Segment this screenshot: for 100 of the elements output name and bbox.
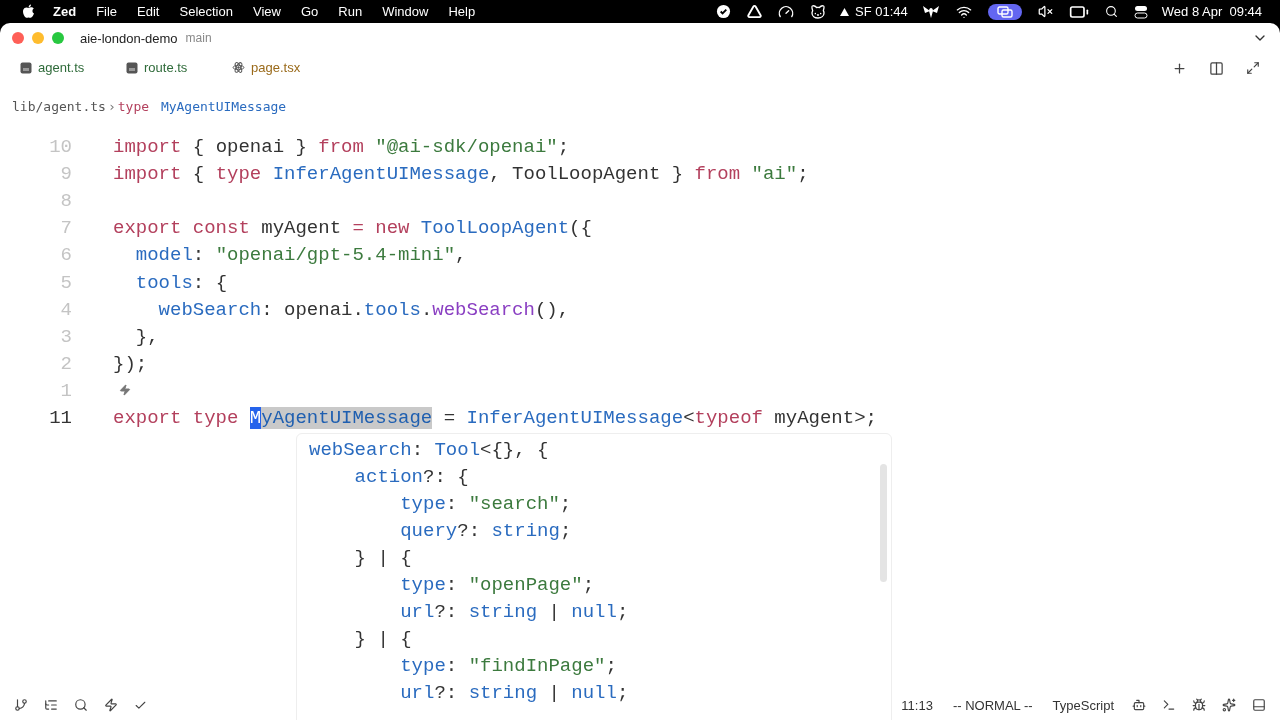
code-text: { openai }: [191, 135, 308, 158]
code-text: ;: [582, 573, 595, 596]
triangle-icon: [840, 7, 849, 16]
line-number: 5: [59, 271, 73, 294]
property-name: webSearch: [309, 438, 412, 461]
menu-item[interactable]: Run: [328, 4, 373, 19]
property-name: action: [353, 465, 424, 488]
line-number: 1: [59, 380, 73, 403]
menu-item[interactable]: View: [242, 4, 291, 19]
code-text: , ToolLoopAgent }: [489, 162, 685, 185]
type-name: null: [571, 681, 617, 704]
property-name: model: [134, 244, 193, 267]
keyword: import: [113, 162, 182, 185]
line-number: 9: [59, 162, 73, 185]
file-icon: [20, 61, 32, 74]
search-icon[interactable]: [1104, 5, 1118, 18]
string-literal: "@ai-sdk/openai": [374, 135, 558, 158]
file-tab[interactable]: page.tsx: [226, 57, 322, 79]
code-text: ?:: [434, 681, 459, 704]
keyword: import: [113, 135, 182, 158]
menu-item[interactable]: Go: [290, 4, 329, 19]
toggles-icon[interactable]: [1133, 4, 1148, 19]
type-name: string: [468, 681, 538, 704]
property-name: tools: [134, 271, 193, 294]
code-text: |: [547, 600, 561, 623]
code-text: ;: [559, 519, 572, 542]
breadcrumb-symbol[interactable]: MyAgentUIMessage: [160, 98, 287, 114]
file-tab[interactable]: route.ts: [120, 57, 216, 79]
code-text: myAgent>;: [773, 407, 877, 430]
menu-item[interactable]: Edit: [127, 4, 170, 19]
type-name: Tool: [434, 438, 481, 461]
menu-item[interactable]: Window: [372, 4, 439, 19]
code-text: {: [191, 162, 206, 185]
triangle-icon[interactable]: [747, 4, 762, 19]
code-text: ;: [797, 162, 809, 185]
menu-bar-clock[interactable]: Wed 8 Apr 09:44: [1161, 4, 1262, 19]
line-number: 8: [59, 189, 73, 212]
code-text: });: [113, 353, 148, 376]
property-name: type: [399, 654, 446, 677]
keyword: from: [318, 135, 364, 158]
code-text: =: [442, 407, 457, 430]
keyword: export const: [113, 217, 250, 240]
code-text: :: [445, 573, 459, 596]
maximize-icon: [1246, 61, 1260, 75]
code-text: |: [547, 681, 561, 704]
keyword: = new: [352, 217, 410, 240]
code-text: ?:: [434, 600, 459, 623]
code-text: ?:: [457, 519, 482, 542]
property-name: type: [399, 573, 446, 596]
breadcrumb-file[interactable]: lib/agent.ts: [12, 98, 106, 114]
atom-icon: [232, 61, 245, 74]
code-text: ;: [616, 681, 629, 704]
breadcrumb-separator: ›: [107, 98, 116, 114]
code-text: ;: [559, 492, 572, 515]
animal-icon[interactable]: [810, 3, 826, 20]
menu-item[interactable]: Selection: [169, 4, 243, 19]
selected-text: yAgentUIMessage: [261, 407, 433, 430]
code-text: :: [192, 244, 206, 267]
code-text: ;: [605, 654, 617, 677]
string-literal: "search": [468, 492, 560, 515]
file-tab[interactable]: agent.ts: [14, 57, 110, 79]
menu-item[interactable]: File: [86, 4, 128, 19]
code-text: <: [683, 407, 695, 430]
scrollbar[interactable]: [880, 464, 887, 582]
keyword: type: [117, 98, 150, 114]
property-name: type: [399, 492, 446, 515]
property-name: url: [399, 600, 435, 623]
code-text: } | {: [353, 546, 412, 569]
code-text: } | {: [353, 627, 412, 650]
code-text: : openai.: [261, 298, 364, 321]
keyword: typeof: [694, 407, 763, 430]
gauge-icon[interactable]: [778, 3, 794, 20]
line-number: 2: [59, 353, 73, 376]
string-literal: "findInPage": [468, 654, 606, 677]
code-text: :: [411, 438, 425, 461]
property-name: query: [399, 519, 458, 542]
mute-icon[interactable]: [1037, 4, 1053, 19]
code-text: .: [420, 298, 433, 321]
project-name[interactable]: aie-london-demo: [80, 30, 178, 46]
function-name: webSearch: [432, 298, 535, 321]
type-name: string: [491, 519, 560, 542]
menu-item[interactable]: Help: [438, 4, 486, 19]
type-name: InferAgentUIMessage: [466, 407, 684, 430]
close-button[interactable]: [12, 32, 24, 44]
check-circle-icon[interactable]: [716, 4, 731, 19]
cursor-position[interactable]: 11:13: [901, 697, 933, 713]
apple-logo-icon[interactable]: [22, 4, 35, 19]
language-selector[interactable]: TypeScript: [1052, 697, 1114, 713]
screen-mirroring-button[interactable]: [987, 3, 1022, 20]
line-number: 6: [59, 244, 73, 267]
lightning-icon[interactable]: [119, 384, 131, 397]
code-text: ;: [557, 135, 570, 158]
network-label[interactable]: SF 01:44: [855, 4, 908, 19]
file-icon: [126, 61, 138, 74]
keyword: export type: [113, 407, 240, 430]
app-menu[interactable]: Zed: [43, 4, 87, 19]
code-text: },: [134, 325, 159, 348]
type-name: InferAgentUIMessage: [271, 162, 490, 185]
code-text: myAgent: [260, 217, 343, 240]
branch-name[interactable]: main: [185, 31, 212, 45]
